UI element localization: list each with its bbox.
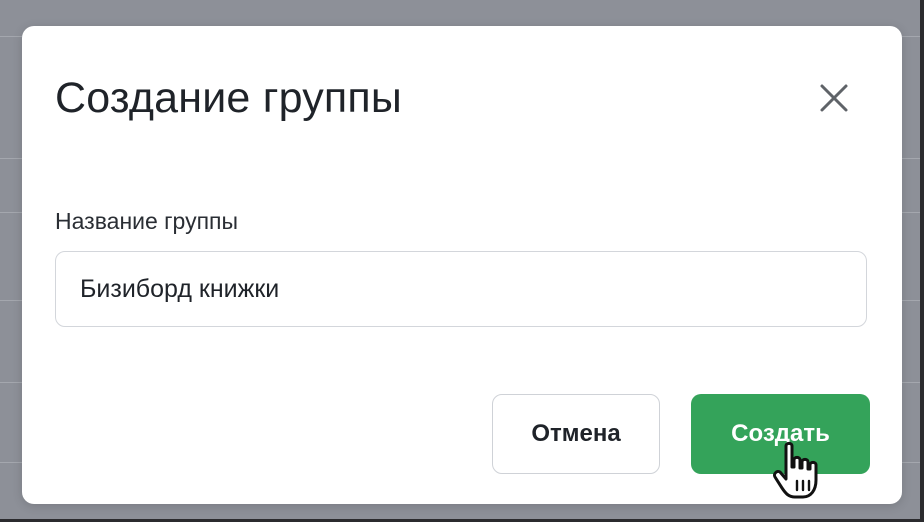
background-row-divider [902,300,920,301]
background-row-divider [902,158,920,159]
close-icon [820,84,848,112]
background-row-divider [902,212,920,213]
background-row-divider [0,382,22,383]
window-edge [920,0,924,522]
background-row-divider [0,462,22,463]
dialog-title: Создание группы [55,74,402,122]
group-name-label: Название группы [55,208,239,234]
background-row-divider [0,212,22,213]
create-group-dialog: Создание группы Название группы Отмена С… [22,26,902,504]
background-row-divider [902,382,920,383]
cancel-button[interactable]: Отмена [492,394,660,474]
background-row-divider [0,158,22,159]
close-button[interactable] [816,80,852,116]
screen: Создание группы Название группы Отмена С… [0,0,924,522]
create-button[interactable]: Создать [691,394,870,474]
background-row-divider [0,300,22,301]
background-row-divider [0,36,22,37]
background-row-divider [902,462,920,463]
group-name-input[interactable] [55,251,867,327]
background-row-divider [902,36,920,37]
